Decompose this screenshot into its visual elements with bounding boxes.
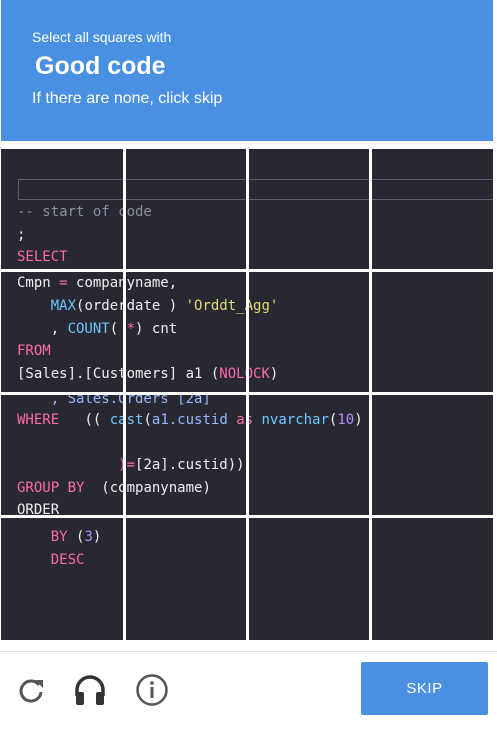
challenge-header: Select all squares with Good code If the…: [1, 0, 493, 141]
grid-tile-3-3[interactable]: [250, 395, 370, 515]
challenge-keyword: Good code: [35, 52, 166, 80]
grid-tile-3-4[interactable]: [373, 395, 493, 515]
grid-tile-1-3[interactable]: [250, 149, 370, 269]
grid-tile-3-1[interactable]: [1, 395, 124, 515]
grid-divider: [369, 149, 372, 641]
grid-tile-4-3[interactable]: [250, 518, 370, 640]
grid-divider: [0, 392, 497, 395]
footer-divider: [0, 651, 497, 652]
grid-tile-2-2[interactable]: [127, 272, 247, 392]
grid-tile-2-1[interactable]: [1, 272, 124, 392]
grid-divider: [123, 149, 126, 641]
grid-tile-4-4[interactable]: [373, 518, 493, 640]
skip-button[interactable]: SKIP: [361, 662, 488, 715]
grid-tile-3-2[interactable]: [127, 395, 247, 515]
grid-tile-1-2[interactable]: [127, 149, 247, 269]
grid-divider: [0, 269, 497, 272]
grid-tile-4-1[interactable]: [1, 518, 124, 640]
challenge-instruction: Select all squares with: [32, 29, 172, 45]
reload-icon[interactable]: [13, 672, 49, 708]
grid-tile-2-3[interactable]: [250, 272, 370, 392]
grid-tile-4-2[interactable]: [127, 518, 247, 640]
headphones-icon[interactable]: [72, 672, 108, 708]
challenge-subtext: If there are none, click skip: [32, 90, 223, 107]
grid-tile-1-1[interactable]: [1, 149, 124, 269]
grid-tile-2-4[interactable]: [373, 272, 493, 392]
grid-tile-1-4[interactable]: [373, 149, 493, 269]
info-icon[interactable]: [134, 672, 170, 708]
grid-divider: [246, 149, 249, 641]
grid-divider: [0, 515, 497, 518]
